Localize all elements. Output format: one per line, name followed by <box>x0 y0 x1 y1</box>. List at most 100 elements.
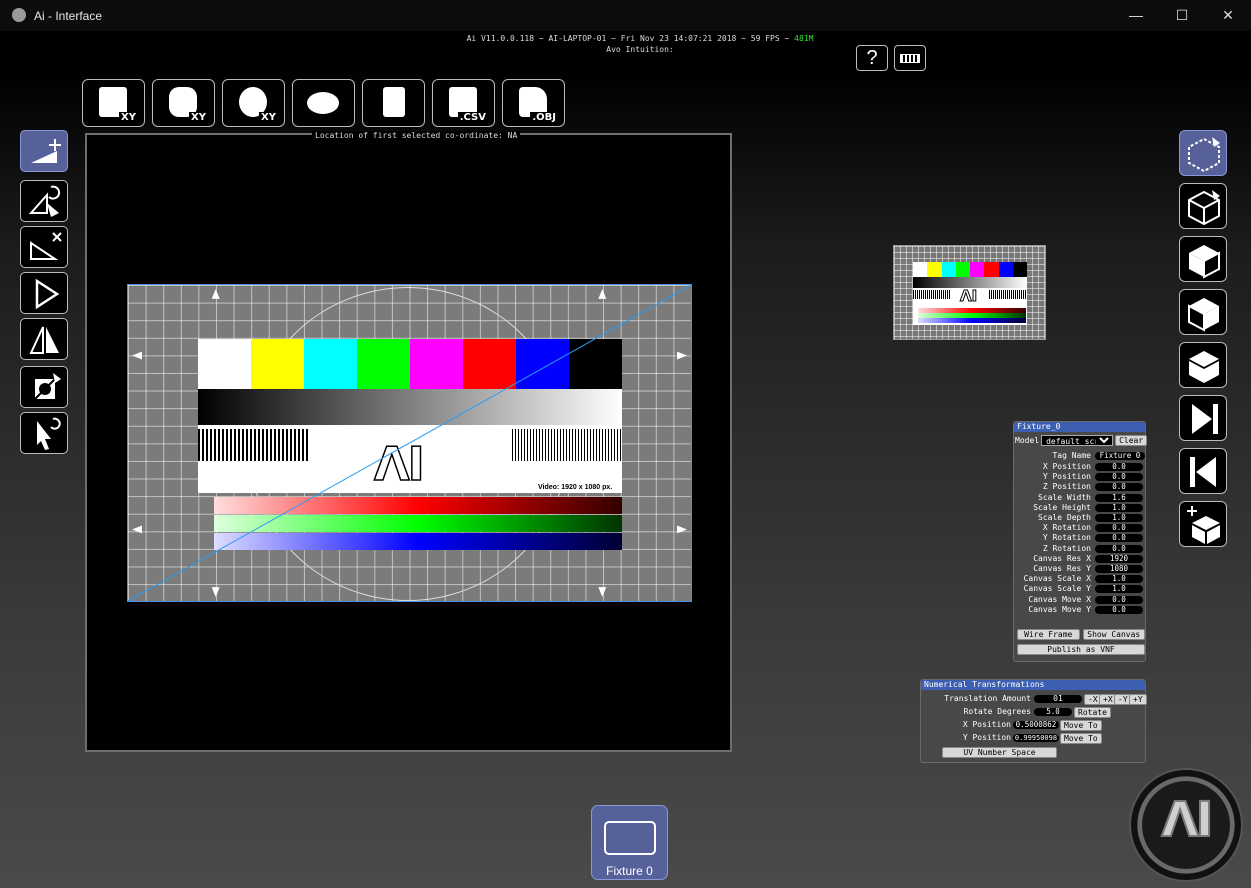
y-position-label: Y Position <box>962 733 1011 742</box>
cylinder-xy-tool-button[interactable]: XY <box>152 79 215 127</box>
fixture-row-input[interactable]: 1.0 <box>1095 575 1143 584</box>
view-forward-button[interactable] <box>1179 395 1227 441</box>
fixture-row-input[interactable]: 0.0 <box>1095 483 1143 492</box>
tag-name-label: Tag Name <box>1052 451 1091 460</box>
close-button[interactable]: ✕ <box>1205 0 1251 31</box>
maximize-button[interactable]: ☐ <box>1159 0 1205 31</box>
view-all-button[interactable] <box>1179 130 1227 176</box>
flip-tool-button[interactable] <box>20 272 68 314</box>
fixture-row-input[interactable]: 0.0 <box>1095 524 1143 533</box>
fixture-row: Canvas Res Y 1080 <box>1014 564 1147 574</box>
projector-tool-button[interactable] <box>292 79 355 127</box>
publish-vnf-button[interactable]: Publish as VNF <box>1017 644 1145 655</box>
fixture-row-input[interactable]: 0.0 <box>1095 544 1143 553</box>
move-to-x-button[interactable]: Move To <box>1060 720 1102 731</box>
fixture-row-input[interactable]: 1.6 <box>1095 493 1143 502</box>
fixture-panel-title: Fixture_0 <box>1014 422 1145 432</box>
fixture-row: Y Rotation 0.0 <box>1014 533 1147 543</box>
fixture-tab-label: Fixture 0 <box>606 864 653 878</box>
clear-button[interactable]: Clear <box>1115 435 1148 446</box>
canvas-preview[interactable]: ΛI Video: 1920 x 1080 px. <box>127 284 692 602</box>
fixture-row-input[interactable]: 0.0 <box>1095 595 1143 604</box>
preview-logo: ΛI <box>959 287 978 306</box>
status-line: Ai V11.0.0.118 ~ AI-LAPTOP-01 ~ Fri Nov … <box>466 34 795 43</box>
fixture-row-label: Scale Height <box>1033 502 1091 512</box>
preview-zone-right <box>989 290 1027 299</box>
input-map-panel[interactable]: Location of first selected co-ordinate: … <box>85 131 732 752</box>
tag-name-row: Tag Name Fixture 0 <box>1014 451 1147 461</box>
fixture-row-input[interactable]: 0.0 <box>1095 534 1143 543</box>
sphere-xy-tool-button[interactable]: XY <box>222 79 285 127</box>
fixture-row: Canvas Scale X 1.0 <box>1014 574 1147 584</box>
view-back-button[interactable] <box>1179 448 1227 494</box>
model-select[interactable]: default_scre <box>1041 435 1114 446</box>
fixture-tab[interactable]: Fixture 0 <box>591 805 668 880</box>
plus-y-button[interactable]: +Y <box>1129 694 1147 705</box>
mask-icon <box>32 373 61 402</box>
view-top-button[interactable] <box>1179 342 1227 388</box>
tool-sub-label: XY <box>189 112 208 123</box>
fixture-row-input[interactable]: 1.0 <box>1095 514 1143 522</box>
scale-tool-button[interactable] <box>20 226 68 268</box>
preview-bar <box>970 262 985 277</box>
fixture-row-input[interactable]: 1080 <box>1095 565 1143 573</box>
fixture-row-label: X Rotation <box>1042 523 1091 533</box>
tag-name-input[interactable]: Fixture 0 <box>1095 452 1145 460</box>
fixture-row-label: Canvas Res X <box>1033 553 1091 563</box>
rotate-input[interactable]: 5.0 <box>1034 708 1072 716</box>
mask-tool-button[interactable] <box>20 366 68 408</box>
preview-bar <box>998 262 1013 277</box>
square-xy-tool-button[interactable]: XY <box>82 79 145 127</box>
view-front-button[interactable] <box>1179 183 1227 229</box>
cube-unfold-tool-button[interactable] <box>362 79 425 127</box>
save-csv-tool-button[interactable]: .CSV <box>432 79 495 127</box>
output-preview[interactable]: ΛI <box>893 245 1046 340</box>
y-position-input[interactable]: 0.99950098 <box>1013 734 1059 742</box>
fixture-buttons: Wire Frame Show Canvas Publish as VNF <box>1017 629 1145 655</box>
fixture-row-label: Canvas Res Y <box>1033 564 1091 573</box>
move-tool-button[interactable] <box>20 130 68 172</box>
translation-row: Translation Amount <box>921 694 1031 704</box>
minimize-button[interactable]: — <box>1113 0 1159 31</box>
preview-bar <box>913 262 928 277</box>
num-panel-title: Numerical Transformations <box>921 680 1145 690</box>
translation-input[interactable]: 01 <box>1034 695 1082 703</box>
keyboard-button[interactable] <box>894 45 926 71</box>
rotate-tool-button[interactable] <box>20 180 68 222</box>
move-to-y-button[interactable]: Move To <box>1060 733 1102 744</box>
save-obj-tool-button[interactable]: .OBJ <box>502 79 565 127</box>
skip-back-icon <box>1190 457 1216 487</box>
fixture-row: Z Rotation 0.0 <box>1014 544 1147 554</box>
fixture-row: Canvas Scale Y 1.0 <box>1014 584 1147 594</box>
help-button[interactable]: ? <box>856 45 888 71</box>
fixture-row-input[interactable]: 0.0 <box>1095 473 1143 482</box>
fixture-row-label: Canvas Scale X <box>1023 574 1091 584</box>
show-canvas-button[interactable]: Show Canvas <box>1082 629 1145 640</box>
preview-bar <box>984 262 999 277</box>
fixture-row-input[interactable]: 1.0 <box>1095 503 1143 512</box>
status-text: Ai V11.0.0.118 ~ AI-LAPTOP-01 ~ Fri Nov … <box>380 33 900 55</box>
fixture-row: Canvas Res X 1920 <box>1014 554 1147 564</box>
fixture-row-input[interactable]: 0.0 <box>1095 605 1143 614</box>
screen-icon <box>604 821 656 855</box>
window-title: Ai - Interface <box>34 9 103 23</box>
numerical-transformations-panel: Numerical Transformations Translation Am… <box>920 679 1147 763</box>
view-left-button[interactable] <box>1179 236 1227 282</box>
mirror-tool-button[interactable] <box>20 318 68 360</box>
add-model-button[interactable] <box>1179 501 1227 547</box>
fixture-row-input[interactable]: 1920 <box>1095 554 1143 563</box>
view-right-button[interactable] <box>1179 289 1227 335</box>
fixture-row: Scale Depth 1.0 <box>1014 513 1147 523</box>
translation-label: Translation Amount <box>944 694 1031 703</box>
select-tool-button[interactable] <box>20 412 68 454</box>
fixture-row: X Rotation 0.0 <box>1014 523 1147 533</box>
fixture-row-input[interactable]: 1.0 <box>1095 585 1143 594</box>
rotate-button[interactable]: Rotate <box>1074 707 1111 718</box>
wire-frame-button[interactable]: Wire Frame <box>1017 629 1080 640</box>
x-position-input[interactable]: 0.5000862 <box>1013 721 1059 729</box>
preview-bar <box>955 262 970 277</box>
rotate-row: Rotate Degrees <box>921 707 1031 717</box>
fixture-row-input[interactable]: 0.0 <box>1095 463 1143 471</box>
skip-forward-icon <box>1192 404 1218 434</box>
uv-number-space-button[interactable]: UV Number Space <box>942 747 1057 758</box>
